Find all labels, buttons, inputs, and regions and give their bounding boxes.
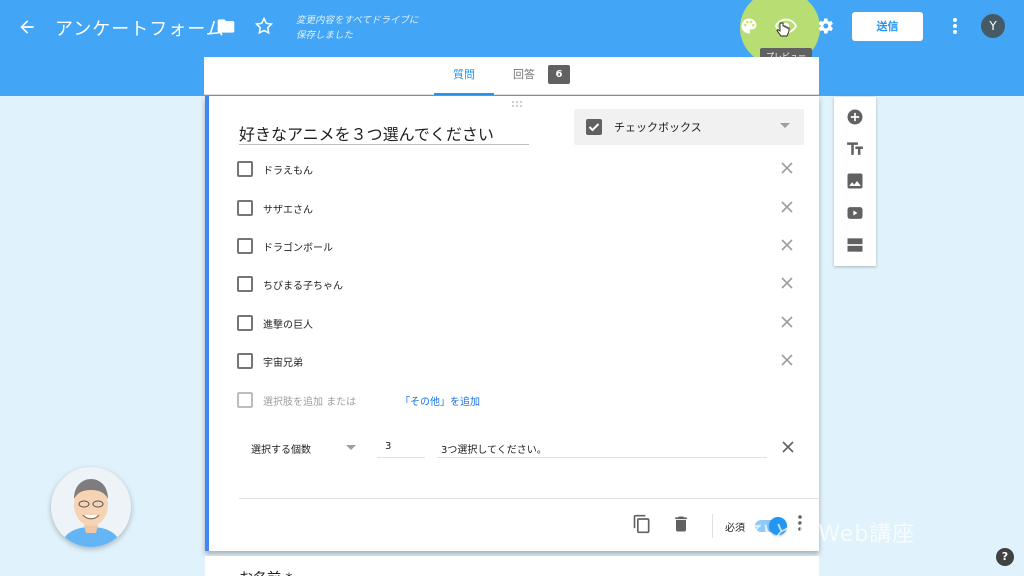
validation-message-input[interactable]: 3つ選択してください。: [437, 436, 767, 458]
remove-option-icon[interactable]: [779, 314, 795, 330]
remove-option-icon[interactable]: [779, 275, 795, 291]
account-avatar[interactable]: Y: [981, 14, 1005, 38]
form-title[interactable]: アンケートフォーム: [55, 15, 225, 41]
tab-questions[interactable]: 質問: [434, 57, 494, 95]
save-status-line2: 保存しました: [296, 30, 354, 41]
send-button[interactable]: 送信: [852, 12, 923, 41]
validation-count-input[interactable]: 3: [377, 436, 425, 458]
card-divider: [239, 498, 823, 499]
option-row[interactable]: 進撃の巨人: [237, 311, 807, 335]
channel-watermark: ひとりWeb講座: [750, 522, 916, 547]
duplicate-icon[interactable]: [632, 514, 652, 534]
tab-responses[interactable]: 回答: [513, 57, 535, 95]
option-label[interactable]: ドラゴンボール: [263, 239, 333, 254]
option-label[interactable]: サザエさん: [263, 201, 313, 216]
save-status-line1: 変更内容をすべてドライブに: [296, 15, 419, 26]
option-label[interactable]: ちびまる子ちゃん: [263, 277, 343, 292]
remove-option-icon[interactable]: [779, 237, 795, 253]
folder-icon[interactable]: [214, 14, 238, 38]
tab-bar: 質問 回答 6: [204, 57, 819, 95]
option-label[interactable]: ドラえもん: [263, 162, 313, 177]
or-label: または: [326, 397, 357, 408]
back-arrow-icon[interactable]: [14, 14, 40, 40]
required-label: 必須: [725, 523, 745, 534]
checkbox-icon: [237, 200, 253, 216]
dropdown-arrow-icon[interactable]: [346, 445, 356, 450]
option-row[interactable]: ドラゴンボール: [237, 234, 807, 258]
save-status: 変更内容をすべてドライブに 保存しました: [296, 13, 436, 43]
option-label[interactable]: 宇宙兄弟: [263, 354, 303, 369]
option-row[interactable]: ドラえもん: [237, 157, 807, 181]
checkbox-type-icon: [586, 119, 602, 135]
next-question-title: お名前 *: [239, 568, 292, 576]
checkbox-icon: [237, 276, 253, 292]
add-other-link[interactable]: 「その他」を追加: [400, 393, 480, 408]
question-type-select[interactable]: チェックボックス: [574, 109, 804, 145]
checkbox-icon: [237, 353, 253, 369]
checkbox-icon: [237, 238, 253, 254]
checkbox-icon: [237, 161, 253, 177]
dropdown-arrow-icon: [780, 123, 790, 128]
floating-toolbar: [834, 97, 876, 266]
star-icon[interactable]: [252, 14, 276, 38]
hand-cursor-icon: [776, 22, 790, 38]
video-icon[interactable]: [845, 203, 865, 223]
checkbox-icon: [237, 315, 253, 331]
option-row[interactable]: ちびまる子ちゃん: [237, 272, 807, 296]
add-option-label[interactable]: 選択肢を追加: [263, 397, 323, 408]
image-icon[interactable]: [845, 171, 865, 191]
next-question-card[interactable]: お名前 *: [205, 556, 819, 576]
remove-option-icon[interactable]: [779, 352, 795, 368]
footer-separator: [712, 514, 713, 538]
section-icon[interactable]: [845, 235, 865, 255]
question-title-input[interactable]: 好きなアニメを３つ選んでください: [239, 121, 529, 145]
remove-option-icon[interactable]: [779, 160, 795, 176]
gear-icon[interactable]: [813, 14, 837, 38]
drag-handle-icon[interactable]: [511, 93, 525, 107]
remove-option-icon[interactable]: [779, 199, 795, 215]
palette-icon[interactable]: [737, 14, 761, 38]
question-card[interactable]: 好きなアニメを３つ選んでください チェックボックス ドラえもん サザエさん ドラ…: [205, 93, 823, 551]
option-row[interactable]: サザエさん: [237, 196, 807, 220]
more-vert-icon[interactable]: [946, 14, 964, 38]
add-option-link[interactable]: 選択肢を追加 または: [263, 393, 356, 408]
responses-count-badge: 6: [548, 65, 570, 84]
help-icon[interactable]: ?: [996, 548, 1014, 566]
response-validation-row: 選択する個数 3 3つ選択してください。: [251, 436, 803, 460]
option-row[interactable]: 宇宙兄弟: [237, 349, 807, 373]
option-label[interactable]: 進撃の巨人: [263, 316, 313, 331]
validation-type-select[interactable]: 選択する個数: [251, 441, 311, 456]
add-question-icon[interactable]: [845, 107, 865, 127]
add-option-row: 選択肢を追加 または 「その他」を追加: [237, 388, 637, 412]
remove-validation-icon[interactable]: [780, 439, 796, 455]
question-type-label: チェックボックス: [614, 121, 702, 134]
delete-icon[interactable]: [671, 514, 691, 534]
presenter-avatar: [51, 467, 131, 547]
checkbox-icon: [237, 392, 253, 408]
title-text-icon[interactable]: [845, 139, 865, 159]
